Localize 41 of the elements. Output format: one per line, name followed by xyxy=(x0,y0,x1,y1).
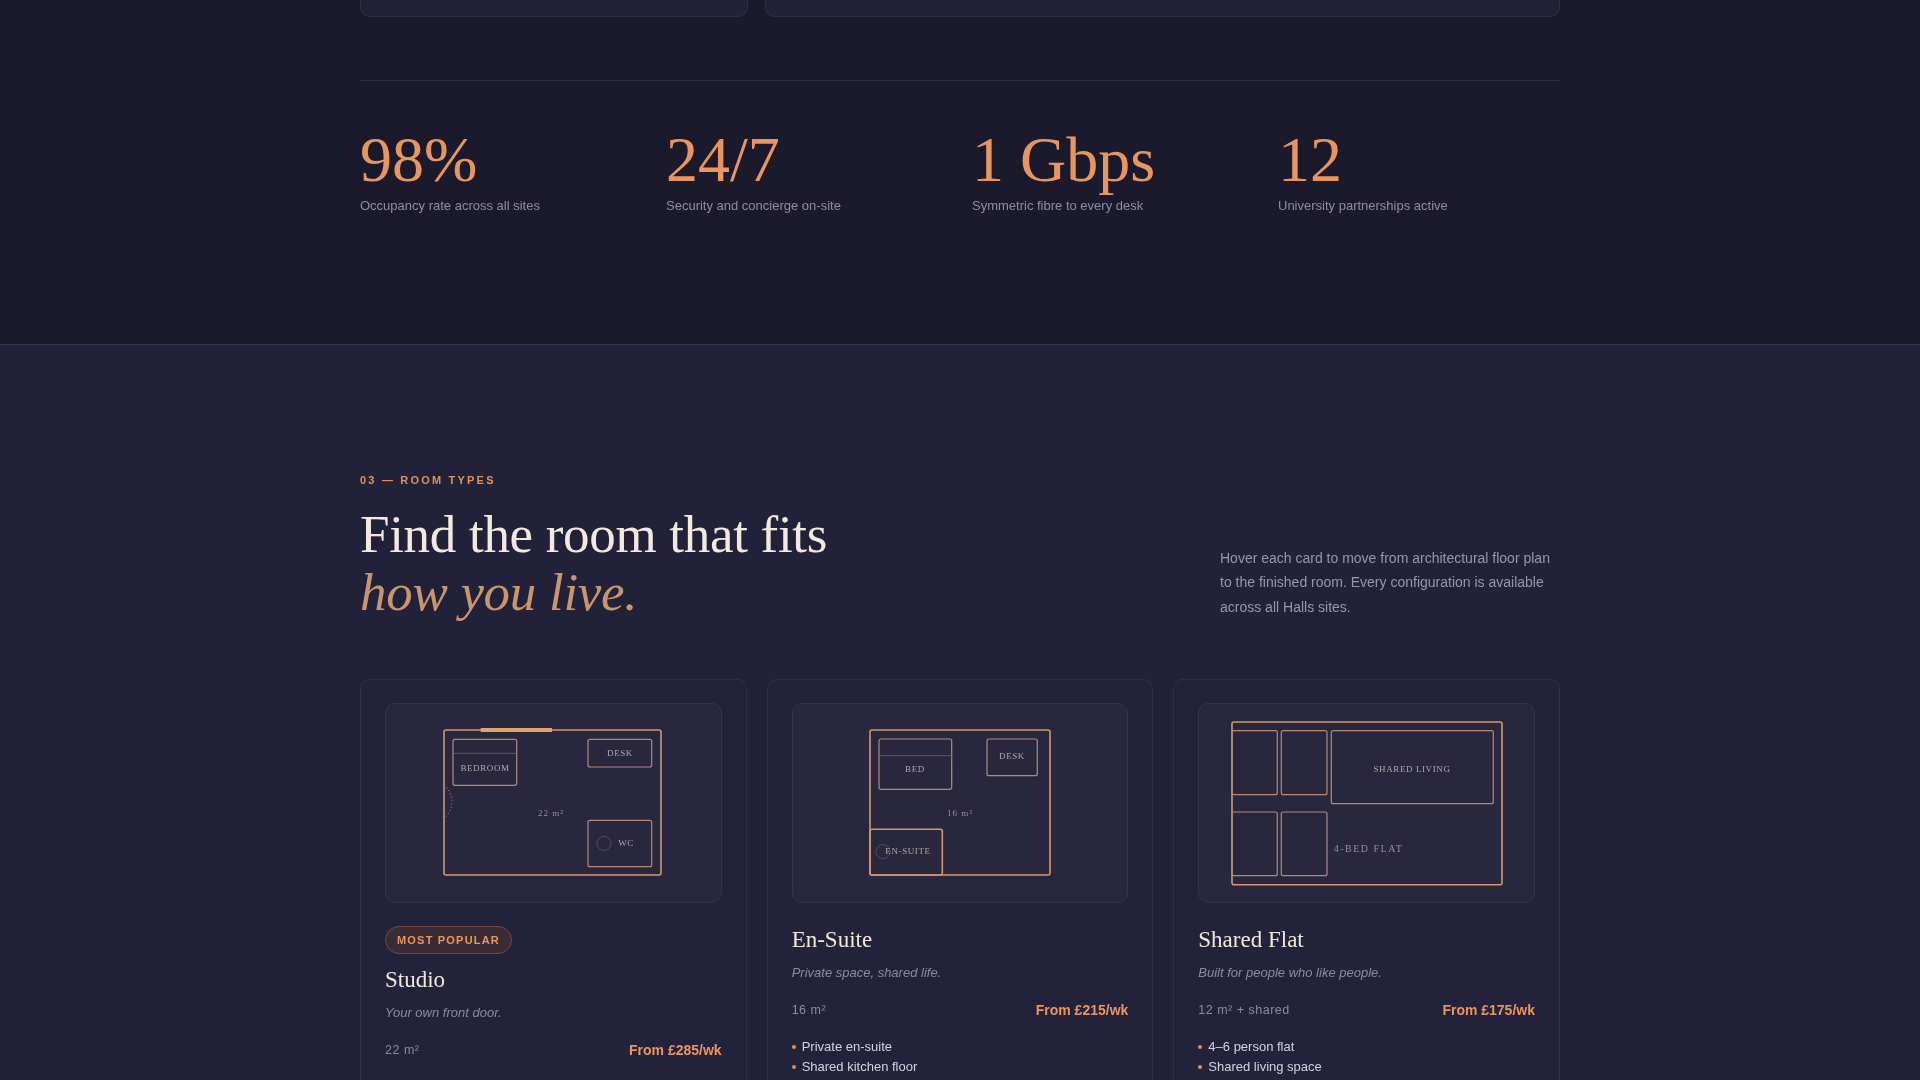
room-price: From £175/wk xyxy=(1442,1001,1535,1019)
bullet-icon xyxy=(1198,1045,1203,1049)
room-tagline: Built for people who like people. xyxy=(1198,964,1382,982)
section-intro: Hover each card to move from architectural floor plan to the finished room. Every configuration is available across all Halls sites. xyxy=(1220,548,1551,617)
bullet-icon xyxy=(791,1045,796,1049)
stat-label: University partnerships active xyxy=(1278,197,1448,215)
stat-value: 98% xyxy=(360,128,478,192)
section-heading: Find the room that fits how you live. xyxy=(360,505,828,621)
room-label: BED xyxy=(905,764,925,775)
room-size: 16 m² xyxy=(791,1002,827,1019)
room-title: Studio xyxy=(385,966,446,994)
room-size: 22 m² xyxy=(385,1042,420,1059)
section-eyebrow: 03 — ROOM TYPES xyxy=(360,473,496,487)
room-label: WC xyxy=(618,838,635,849)
stat-label: Symmetric fibre to every desk xyxy=(972,197,1144,215)
plan-caption: 4-BED FLAT xyxy=(1333,842,1404,854)
room-label: BEDROOM xyxy=(460,763,510,774)
room-size: 12 m² + shared xyxy=(1198,1002,1290,1019)
room-label: EN-SUITE xyxy=(885,846,931,857)
feature-text: Private en-suite xyxy=(801,1038,892,1056)
feature-text: 4–6 person flat xyxy=(1208,1038,1295,1056)
room-label: DESK xyxy=(607,747,634,758)
stat-label: Security and concierge on-site xyxy=(666,197,841,215)
feature-text: Shared living space xyxy=(1208,1058,1322,1076)
bullet-icon xyxy=(1198,1065,1203,1069)
room-title: Shared Flat xyxy=(1198,926,1304,954)
stat-value: 24/7 xyxy=(666,128,780,192)
room-tagline: Your own front door. xyxy=(385,1004,502,1022)
area-label: 22 m² xyxy=(538,808,565,819)
room-price: From £285/wk xyxy=(629,1041,722,1059)
feature-text: Shared kitchen floor xyxy=(801,1058,918,1076)
room-label: SHARED LIVING xyxy=(1373,763,1451,774)
stat-value: 12 xyxy=(1278,128,1342,192)
room-title: En-Suite xyxy=(791,926,873,954)
room-price: From £215/wk xyxy=(1035,1001,1129,1019)
room-tagline: Private space, shared life. xyxy=(791,964,942,982)
room-label: DESK xyxy=(999,751,1025,762)
bullet-icon xyxy=(791,1065,796,1069)
popular-badge: MOST POPULAR xyxy=(385,926,512,954)
stat-label: Occupancy rate across all sites xyxy=(360,197,540,215)
area-label: 16 m² xyxy=(947,808,973,819)
